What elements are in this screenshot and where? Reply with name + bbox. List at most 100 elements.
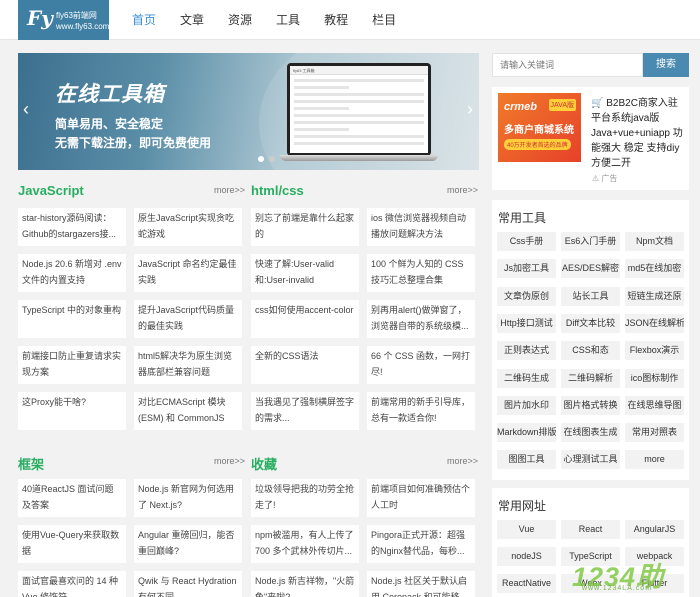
article-card[interactable]: 别忘了前端是靠什么起家的 [251, 208, 359, 246]
nav-columns[interactable]: 栏目 [372, 0, 396, 40]
tools-item[interactable]: 心理测试工具 [561, 450, 620, 470]
article-card[interactable]: 原生JavaScript实现贪吃蛇游戏 [134, 208, 242, 246]
article-card[interactable]: npm被滥用，有人上传了 700 多个武林外传切片... [251, 525, 359, 563]
section-header-frameworks: 框架 more>> [18, 454, 245, 472]
nav-tutorials[interactable]: 教程 [324, 0, 348, 40]
hero-banner[interactable]: 在线工具箱 简单易用、安全稳定 无需下载注册，即可免费使用 fly63 工具箱 … [18, 53, 479, 170]
tools-item[interactable]: CSS和态 [561, 341, 620, 361]
tools-item[interactable]: 图片格式转换 [561, 395, 620, 415]
tools-item[interactable]: Http接口测试 [497, 313, 556, 333]
section-header-javascript: JavaScript more>> [18, 183, 245, 199]
article-card[interactable]: JavaScript 命名约定最佳实践 [134, 254, 242, 292]
more-link-favorites[interactable]: more>> [447, 456, 478, 466]
more-link-htmlcss[interactable]: more>> [447, 185, 478, 195]
tools-item[interactable]: Flexbox演示 [625, 341, 684, 361]
watermark-url: www.1234LA.com [582, 585, 653, 592]
tools-item[interactable]: AES/DES解密 [561, 259, 620, 279]
tools-item[interactable]: JSON在线解析 [625, 313, 684, 333]
more-link-frameworks[interactable]: more>> [214, 456, 245, 466]
article-card[interactable]: 使用Vue-Query来获取数据 [18, 525, 126, 563]
banner-subtitle-1: 简单易用、安全稳定 [55, 117, 164, 131]
tools-item[interactable]: Npm文档 [625, 232, 684, 251]
article-card[interactable]: Node.js 新官网为何选用了 Next.js? [134, 479, 242, 517]
tools-item[interactable]: 二维码解析 [561, 368, 620, 388]
article-card[interactable]: 这Proxy能干啥? [18, 392, 126, 430]
tools-item[interactable]: 图图工具 [497, 450, 556, 470]
article-card[interactable]: 垃圾领导把我的功劳全抢走了! [251, 479, 359, 517]
tools-item[interactable]: Es6入门手册 [561, 232, 620, 251]
links-item[interactable]: Vue [497, 520, 556, 539]
article-card[interactable]: 对比ECMAScript 模块 (ESM) 和 CommonJS [134, 392, 242, 430]
article-card[interactable]: css如何使用accent-color [251, 300, 359, 338]
banner-prev-arrow-icon[interactable]: ‹ [23, 99, 29, 119]
tools-item[interactable]: 文章伪原创 [497, 286, 556, 306]
tools-item[interactable]: 站长工具 [561, 286, 620, 306]
article-card[interactable]: Qwik 与 React Hydration 有何不同 [134, 571, 242, 597]
search-button[interactable]: 搜索 [643, 53, 689, 77]
tools-item[interactable]: 在线思维导图 [625, 395, 684, 415]
more-link-javascript[interactable]: more>> [214, 185, 245, 195]
article-card[interactable]: 别再用alert()做弹窗了，浏览器自带的系统级模... [367, 300, 475, 338]
tools-item[interactable]: 二维码生成 [497, 368, 556, 388]
article-card[interactable]: 66 个 CSS 函数，一网打尽! [367, 346, 475, 384]
tools-item[interactable]: md5在线加密 [625, 259, 684, 279]
tools-panel-title: 常用工具 [498, 211, 547, 225]
section-header-favorites: 收藏 more>> [251, 454, 478, 472]
ad-image[interactable]: crmeb JAVA版 多商户商城系统 40万开发者首选的品牌 [498, 93, 581, 162]
tools-item[interactable]: 在线图表生成 [561, 423, 620, 443]
search-input[interactable] [492, 53, 643, 77]
banner-dot-2[interactable] [269, 156, 275, 162]
nav-tools[interactable]: 工具 [276, 0, 300, 40]
ad-text[interactable]: 🛒 B2B2C商家入驻平台系统java版 Java+vue+uniapp 功能强… [591, 96, 685, 171]
article-card[interactable]: Node.js 20.6 新增对 .env 文件的内置支持 [18, 254, 126, 292]
section-title-javascript: JavaScript [18, 183, 84, 198]
article-card[interactable]: 前端项目如何准确预估个人工时 [367, 479, 475, 517]
logo-site-name: fly63前端网 [56, 11, 97, 20]
article-card[interactable]: 快速了解:User-valid和:User-invalid [251, 254, 359, 292]
article-card[interactable]: html5解决华为原生浏览器底部栏兼容问题 [134, 346, 242, 384]
tools-item[interactable]: 常用对照表 [625, 423, 684, 443]
tools-item[interactable]: 图片加水印 [497, 395, 556, 415]
article-card[interactable]: Node.js 新吉祥物，"火箭龟"来啦? [251, 571, 359, 597]
links-item[interactable]: AngularJS [625, 520, 684, 539]
tools-item[interactable]: Css手册 [497, 232, 556, 251]
article-card[interactable]: Node.js 社区关于默认启用 Corepack 和可能移... [367, 571, 475, 597]
nav-resources[interactable]: 资源 [228, 0, 252, 40]
logo-mark: Fy [27, 6, 53, 30]
article-card[interactable]: star-history源码阅读：Github的stargazers接... [18, 208, 126, 246]
tools-item[interactable]: 短链生成还原 [625, 286, 684, 306]
article-card[interactable]: 全新的CSS语法 [251, 346, 359, 384]
section-title-htmlcss: html/css [251, 183, 304, 198]
article-card[interactable]: 面试官最喜欢问的 14 种 Vue 修饰符 [18, 571, 126, 597]
article-card[interactable]: ios 微信浏览器视频自动播放问题解决方法 [367, 208, 475, 246]
article-card[interactable]: 前端常用的新手引导库，总有一款适合你! [367, 392, 475, 430]
tools-item[interactable]: more [625, 450, 684, 470]
article-card[interactable]: 40道ReactJS 面试问题及答案 [18, 479, 126, 517]
article-card[interactable]: 前端接口防止重复请求实现方案 [18, 346, 126, 384]
tools-item[interactable]: Js加密工具 [497, 259, 556, 279]
links-panel-title: 常用网址 [498, 499, 547, 513]
article-card[interactable]: Angular 重磅回归，能否重回巅峰? [134, 525, 242, 563]
site-logo[interactable]: Fy fly63前端网 www.fly63.com [18, 0, 109, 40]
tools-item[interactable]: Diff文本比较 [561, 313, 620, 333]
ad-brand: crmeb [504, 101, 538, 113]
nav-home[interactable]: 首页 [132, 0, 156, 40]
links-item[interactable]: ReactNative [497, 574, 556, 593]
banner-dot-1[interactable] [258, 156, 264, 162]
banner-next-arrow-icon[interactable]: › [467, 99, 473, 119]
article-card[interactable]: Pingora正式开源：超强的Nginx替代品，每秒... [367, 525, 475, 563]
tools-item[interactable]: ico图标制作 [625, 368, 684, 388]
links-item[interactable]: React [561, 520, 620, 539]
tools-item[interactable]: 正则表达式 [497, 341, 556, 361]
article-card[interactable]: 提升JavaScript代码质量的最佳实践 [134, 300, 242, 338]
nav-articles[interactable]: 文章 [180, 0, 204, 40]
article-card[interactable]: 当我遇见了强制横屏签字的需求... [251, 392, 359, 430]
article-card[interactable]: 100 个鲜为人知的 CSS 技巧汇总整理合集 [367, 254, 475, 292]
links-item[interactable]: nodeJS [497, 547, 556, 566]
banner-title: 在线工具箱 [55, 83, 165, 106]
site-watermark: 1234助 www.1234LA.com [568, 555, 698, 595]
section-header-htmlcss: html/css more>> [251, 183, 478, 199]
ad-block[interactable]: crmeb JAVA版 多商户商城系统 40万开发者首选的品牌 🛒 B2B2C商… [492, 87, 689, 190]
tools-item[interactable]: Markdown排版 [497, 423, 556, 443]
article-card[interactable]: TypeScript 中的对象重构 [18, 300, 126, 338]
